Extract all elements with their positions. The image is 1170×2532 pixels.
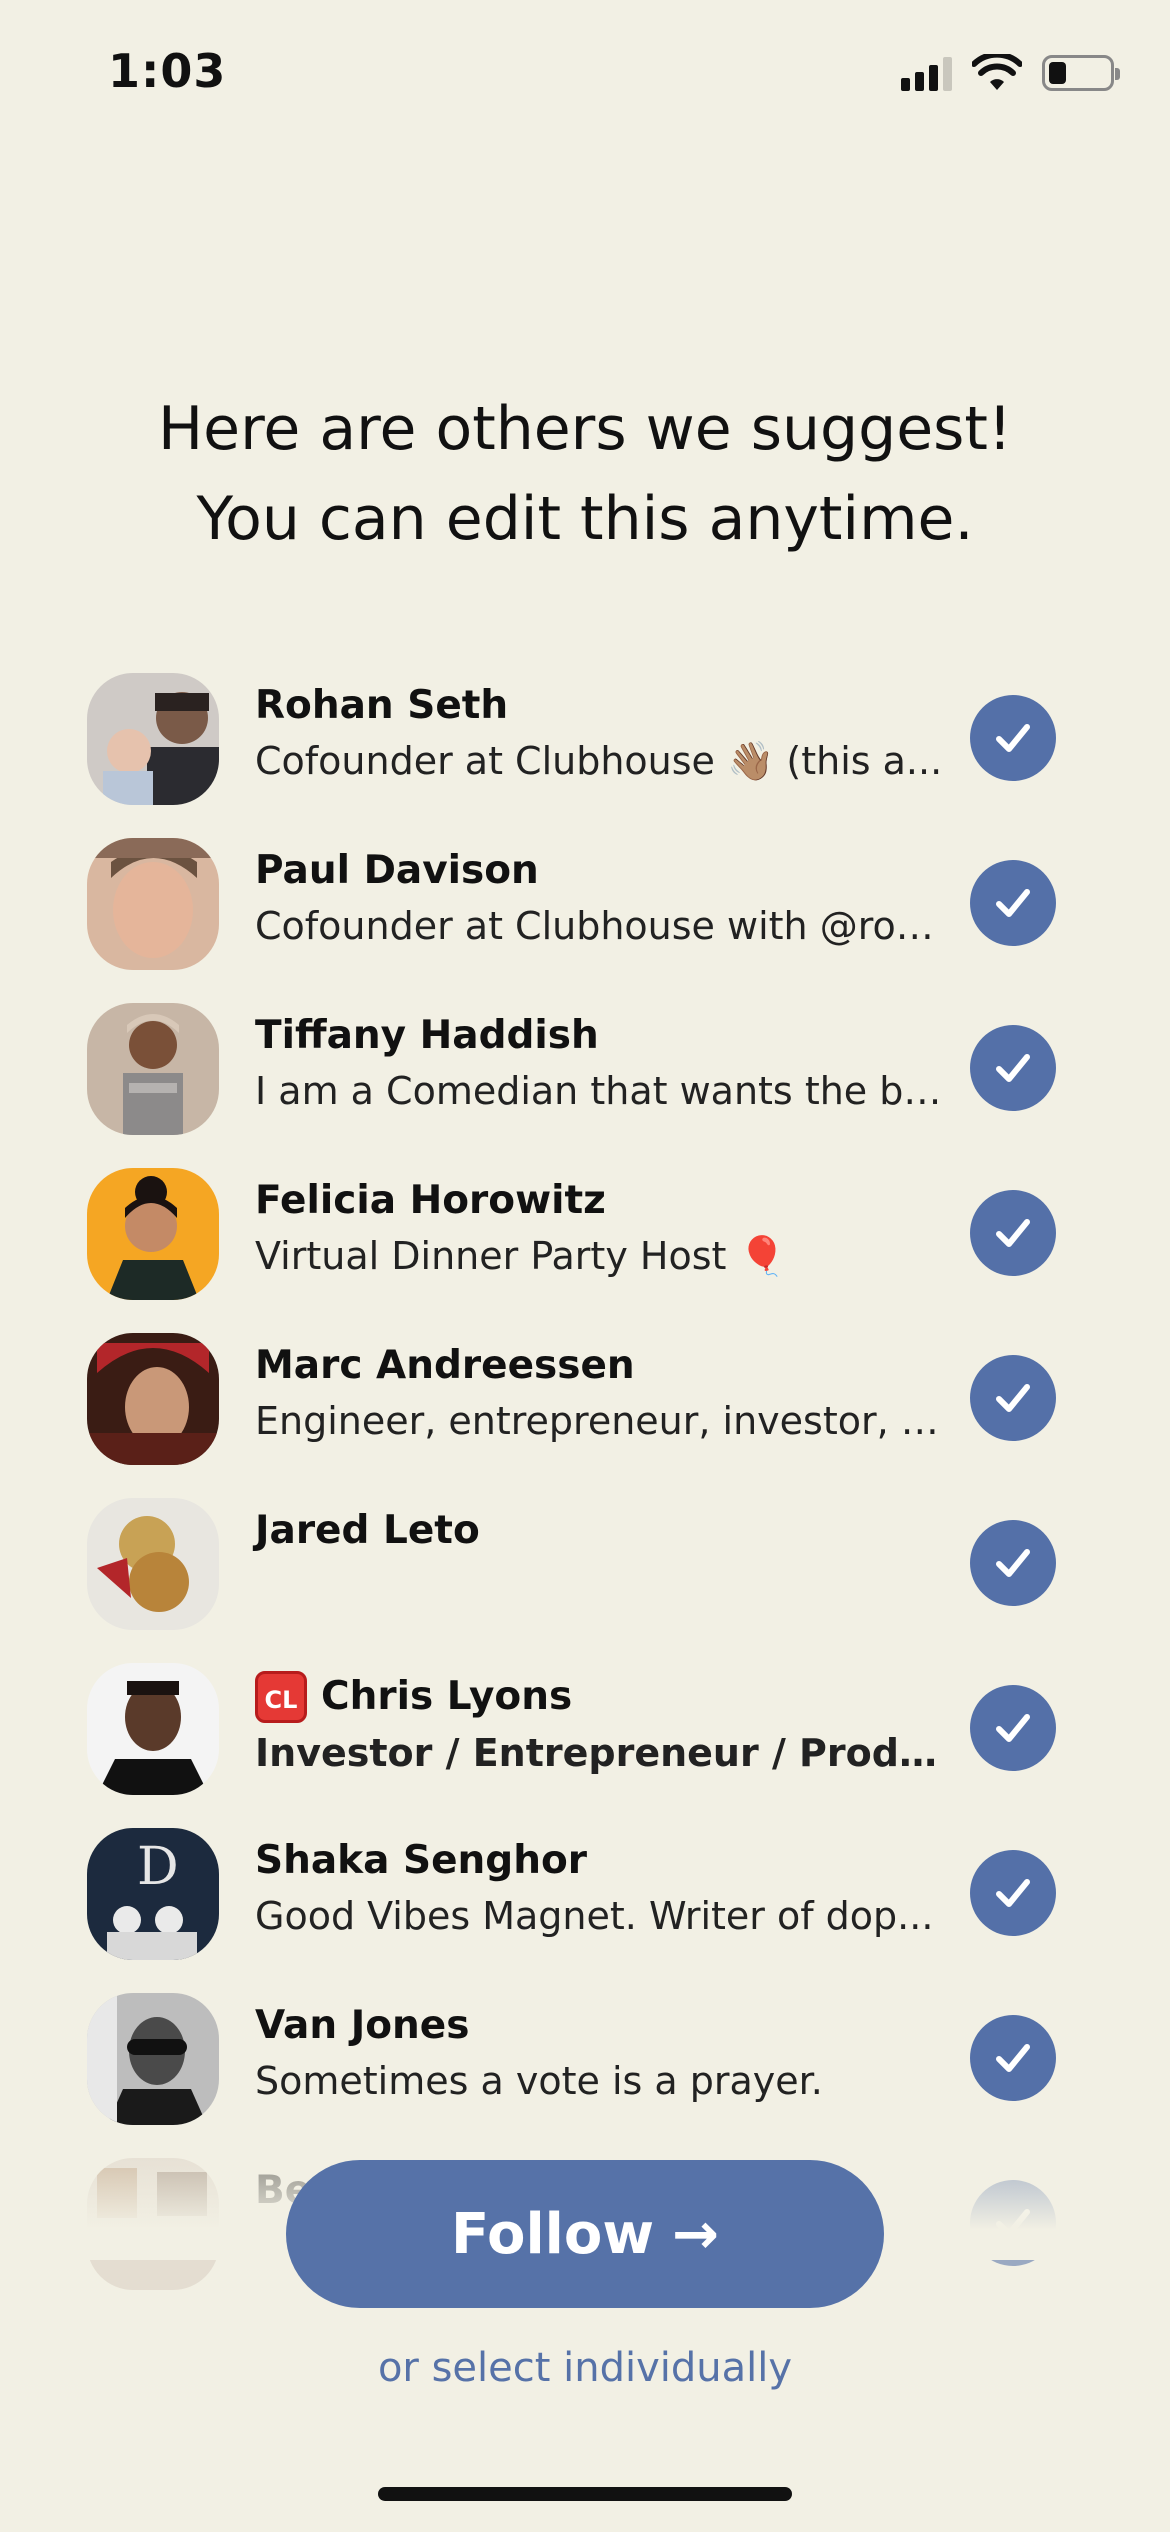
suggested-users-list: Rohan Seth Cofounder at Clubhouse 👋🏽 (th… <box>0 665 1170 2315</box>
user-text: Shaka Senghor Good Vibes Magnet. Writer … <box>255 1836 945 1946</box>
selected-checkmark-icon[interactable] <box>970 1520 1056 1606</box>
avatar <box>87 1003 219 1135</box>
avatar: D <box>87 1828 219 1960</box>
svg-text:D: D <box>137 1837 179 1897</box>
status-bar: 1:03 <box>0 0 1170 140</box>
user-text: Van Jones Sometimes a vote is a prayer. <box>255 2001 945 2111</box>
selected-checkmark-icon[interactable] <box>970 1025 1056 1111</box>
user-text: CL Chris Lyons Investor / Entrepreneur /… <box>255 1671 945 1783</box>
user-name: Shaka Senghor <box>255 1838 588 1883</box>
user-name-text: Chris Lyons <box>321 1674 573 1719</box>
user-bio: Cofounder at Clubhouse with @roh... <box>255 904 945 948</box>
select-individually-link[interactable]: or select individually <box>0 2345 1170 2391</box>
arrow-right-icon: → <box>672 2201 719 2267</box>
avatar <box>87 1333 219 1465</box>
user-text: Marc Andreessen Engineer, entrepreneur, … <box>255 1341 945 1451</box>
page-heading: Here are others we suggest! You can edit… <box>0 384 1170 564</box>
battery-icon <box>1042 55 1120 91</box>
avatar <box>87 1663 219 1795</box>
selected-checkmark-icon[interactable] <box>970 1850 1056 1936</box>
user-bio: Sometimes a vote is a prayer. <box>255 2059 823 2103</box>
user-name: CL Chris Lyons <box>255 1671 945 1723</box>
selected-checkmark-icon[interactable] <box>970 1355 1056 1441</box>
avatar <box>87 673 219 805</box>
avatar <box>87 838 219 970</box>
heading-line-1: Here are others we suggest! <box>158 394 1012 464</box>
user-text: Felicia Horowitz Virtual Dinner Party Ho… <box>255 1176 945 1286</box>
cl-badge-icon: CL <box>255 1671 307 1723</box>
user-row-paul-davison[interactable]: Paul Davison Cofounder at Clubhouse with… <box>0 830 1170 995</box>
user-bio: I am a Comedian that wants the be... <box>255 1069 945 1113</box>
user-name: Rohan Seth <box>255 683 509 728</box>
user-bio: Good Vibes Magnet. Writer of dop... <box>255 1894 934 1938</box>
follow-button-label: Follow <box>451 2201 655 2267</box>
user-row-rohan-seth[interactable]: Rohan Seth Cofounder at Clubhouse 👋🏽 (th… <box>0 665 1170 830</box>
user-text: Rohan Seth Cofounder at Clubhouse 👋🏽 (th… <box>255 681 945 791</box>
selected-checkmark-icon[interactable] <box>970 695 1056 781</box>
user-row-shaka-senghor[interactable]: D Shaka Senghor Good Vibes Magnet. Write… <box>0 1820 1170 1985</box>
user-name: Van Jones <box>255 2003 470 2048</box>
follow-button[interactable]: Follow → <box>286 2160 884 2308</box>
user-row-felicia-horowitz[interactable]: Felicia Horowitz Virtual Dinner Party Ho… <box>0 1160 1170 1325</box>
user-row-marc-andreessen[interactable]: Marc Andreessen Engineer, entrepreneur, … <box>0 1325 1170 1490</box>
status-icons <box>901 54 1120 92</box>
user-text: Tiffany Haddish I am a Comedian that wan… <box>255 1011 945 1121</box>
screen: 1:03 Here are others we suggest! You can… <box>0 0 1170 2532</box>
user-bio: Engineer, entrepreneur, investor, st... <box>255 1399 945 1443</box>
wifi-icon <box>972 54 1022 90</box>
user-text: Paul Davison Cofounder at Clubhouse with… <box>255 846 945 956</box>
user-name: Paul Davison <box>255 848 539 893</box>
user-bio: Cofounder at Clubhouse 👋🏽 (this a... <box>255 739 943 783</box>
user-name: Felicia Horowitz <box>255 1178 606 1223</box>
user-name: Marc Andreessen <box>255 1343 635 1388</box>
selected-checkmark-icon[interactable] <box>970 860 1056 946</box>
user-name: Jared Leto <box>255 1508 480 1553</box>
avatar <box>87 1993 219 2125</box>
selected-checkmark-icon[interactable] <box>970 1190 1056 1276</box>
user-row-tiffany-haddish[interactable]: Tiffany Haddish I am a Comedian that wan… <box>0 995 1170 1160</box>
battery-level <box>1049 62 1067 84</box>
home-indicator <box>378 2487 792 2501</box>
user-row-jared-leto[interactable]: Jared Leto <box>0 1490 1170 1655</box>
status-time: 1:03 <box>108 44 227 98</box>
heading-line-2: You can edit this anytime. <box>196 484 974 554</box>
user-name: Tiffany Haddish <box>255 1013 599 1058</box>
avatar <box>87 1498 219 1630</box>
selected-checkmark-icon[interactable] <box>970 1685 1056 1771</box>
user-text: Jared Leto <box>255 1506 945 1556</box>
avatar <box>87 1168 219 1300</box>
selected-checkmark-icon[interactable] <box>970 2015 1056 2101</box>
user-row-chris-lyons[interactable]: CL Chris Lyons Investor / Entrepreneur /… <box>0 1655 1170 1820</box>
cellular-signal-icon <box>901 55 952 91</box>
user-row-van-jones[interactable]: Van Jones Sometimes a vote is a prayer. <box>0 1985 1170 2150</box>
user-bio: Virtual Dinner Party Host 🎈 <box>255 1234 786 1278</box>
user-bio: Investor / Entrepreneur / Producer /... <box>255 1731 945 1775</box>
